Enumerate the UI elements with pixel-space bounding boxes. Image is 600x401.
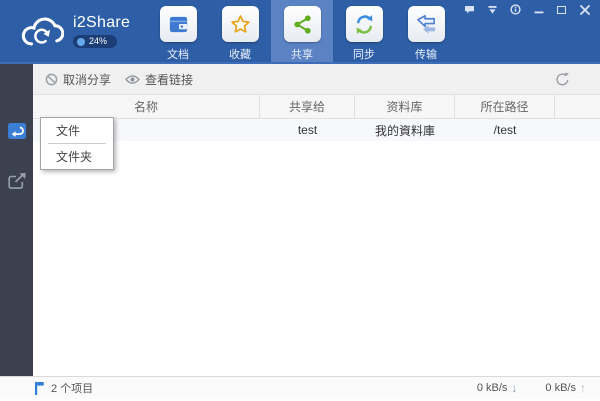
tab-documents[interactable]: 文档 [147,0,209,62]
maximize-icon[interactable] [555,4,568,15]
tab-sync-label: 同步 [353,49,375,61]
column-header-library[interactable]: 资料库 [355,95,455,118]
upload-arrow-icon: ↑ [580,381,586,395]
tab-share[interactable]: 共享 [271,0,333,62]
tab-transfer-label: 传输 [415,49,437,61]
left-sidebar [0,64,33,376]
column-header-name[interactable]: 名称 [33,95,260,118]
view-links-button[interactable]: 查看链接 [125,71,193,88]
context-menu: 文件 文件夹 [40,117,114,170]
cancel-share-label: 取消分享 [63,72,112,87]
column-header-shared-to[interactable]: 共享给 [260,95,355,118]
progress-dot-icon [77,37,85,46]
sync-icon [356,14,372,34]
tab-favorites[interactable]: 收藏 [209,0,271,62]
window-controls [463,4,591,15]
tab-share-label: 共享 [291,49,313,61]
favorites-star-icon [230,14,250,33]
cloud-sync-logo-icon [21,17,64,46]
tab-favorites-label: 收藏 [229,49,251,61]
minimize-icon[interactable] [532,4,545,15]
info-icon[interactable] [509,4,522,15]
close-icon[interactable] [578,4,591,15]
app-title: i2Share [73,14,131,31]
progress-percent: 24% [89,36,108,46]
menu-icon[interactable] [486,4,499,15]
refresh-icon [556,72,569,85]
feedback-icon[interactable] [463,4,476,15]
eye-icon [125,74,140,84]
tab-transfer[interactable]: 传输 [395,0,457,62]
share-toolbar: 取消分享 查看链接 [33,64,600,94]
download-arrow-icon: ↓ [511,381,518,395]
tab-sync[interactable]: 同步 [333,0,395,62]
menu-item-file[interactable]: 文件 [41,118,113,143]
column-header-path[interactable]: 所在路径 [455,95,555,118]
shared-items-icon[interactable] [7,122,27,140]
table-row[interactable]: test 我的資料庫 /test [33,119,600,141]
item-count: 2 个项目 [51,383,94,395]
share-icon [293,14,311,34]
cell-path: /test [493,123,517,137]
transfer-icon [416,14,435,34]
share-out-icon[interactable] [7,172,27,190]
menu-item-folder[interactable]: 文件夹 [41,144,113,169]
column-header-filler [555,95,600,118]
download-speed: 0 kB/s ↓ [476,381,518,395]
view-links-label: 查看链接 [145,72,194,87]
app-header: i2Share 24% 文档 收藏 共享 同步 传输 [0,0,600,64]
app-window: i2Share 24% 文档 收藏 共享 同步 传输 取消分享 查看链接 名称 … [0,0,600,401]
cancel-icon [45,73,58,85]
refresh-button[interactable] [555,72,570,87]
logo-area: i2Share 24% [0,0,147,62]
main-nav-tabs: 文档 收藏 共享 同步 传输 [147,0,457,62]
flag-icon [35,381,44,395]
main-content: 取消分享 查看链接 名称 共享给 资料库 所在路径 test 我的資料庫 /te… [33,64,600,376]
upload-speed: 0 kB/s ↑ [545,381,586,395]
status-bar: 2 个项目 0 kB/s ↓ 0 kB/s ↑ [0,376,600,399]
storage-progress-pill: 24% [73,35,117,48]
cell-library: 我的資料庫 [374,123,435,138]
cell-shared-to: test [297,123,318,137]
table-header: 名称 共享给 资料库 所在路径 [33,94,600,119]
documents-icon [169,16,187,32]
tab-documents-label: 文档 [167,49,189,61]
cancel-share-button[interactable]: 取消分享 [45,71,111,88]
